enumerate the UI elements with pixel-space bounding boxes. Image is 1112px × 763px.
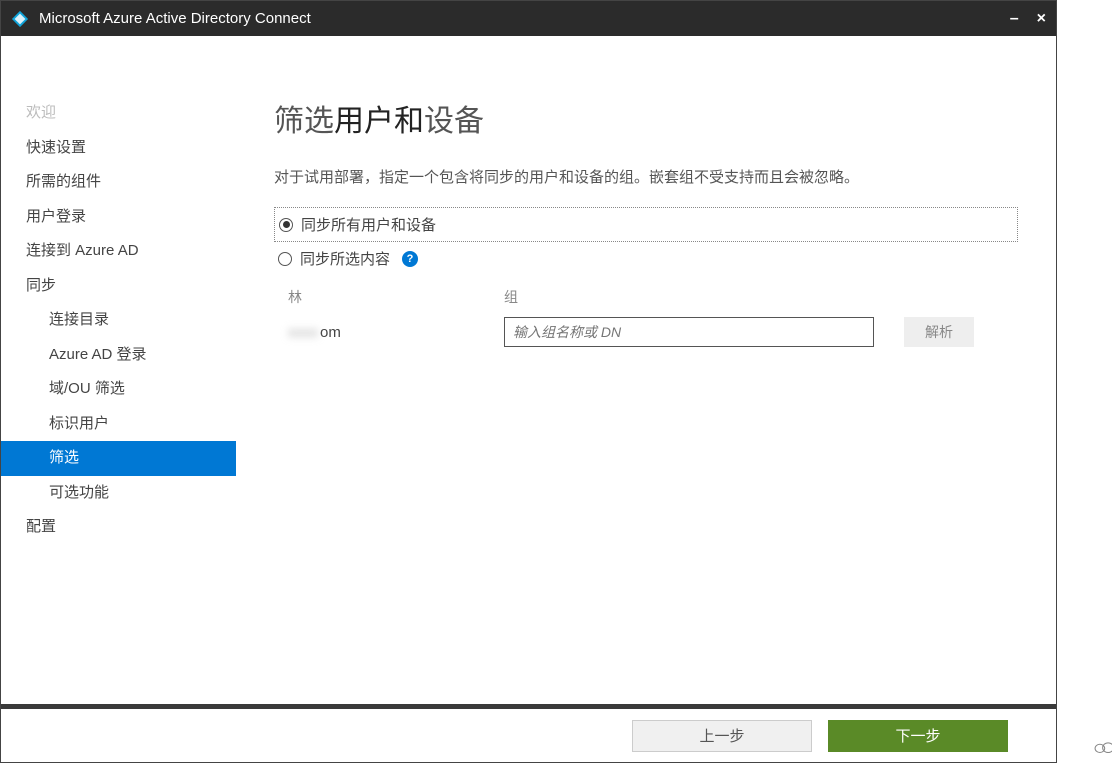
app-icon: [11, 10, 29, 28]
next-button[interactable]: 下一步: [828, 720, 1008, 752]
sync-option-group: 同步所有用户和设备 同步所选内容 ?: [274, 207, 1018, 275]
group-name-input[interactable]: [504, 317, 874, 347]
radio-sync-selected-label: 同步所选内容: [300, 248, 390, 269]
help-icon[interactable]: ?: [402, 251, 418, 267]
page-title: 筛选用户和设备: [274, 96, 1018, 140]
main-panel: 筛选用户和设备 对于试用部署，指定一个包含将同步的用户和设备的组。嵌套组不受支持…: [236, 36, 1056, 704]
radio-sync-selected[interactable]: [278, 252, 292, 266]
cloud-icon: [1093, 740, 1112, 754]
heading-bold: 用户和: [334, 105, 424, 138]
sidebar-item-optional[interactable]: 可选功能: [1, 476, 236, 511]
group-table-header: 林 组: [274, 287, 1018, 307]
minimize-button[interactable]: –: [1010, 10, 1019, 28]
sidebar: 欢迎 快速设置 所需的组件 用户登录 连接到 Azure AD 同步 连接目录 …: [1, 36, 236, 704]
window-title: Microsoft Azure Active Directory Connect: [39, 10, 1010, 27]
title-controls: – ×: [1010, 10, 1046, 28]
watermark: 亿速云: [1093, 736, 1112, 757]
heading-prefix: 筛选: [274, 105, 334, 138]
titlebar: Microsoft Azure Active Directory Connect…: [1, 1, 1056, 36]
radio-row-sync-selected[interactable]: 同步所选内容 ?: [274, 242, 1018, 275]
radio-row-sync-all[interactable]: 同步所有用户和设备: [274, 207, 1018, 242]
sidebar-item-azuread-signin[interactable]: Azure AD 登录: [1, 338, 236, 373]
sidebar-item-welcome: 欢迎: [1, 96, 236, 131]
col-header-forest: 林: [274, 287, 504, 307]
sidebar-item-express[interactable]: 快速设置: [1, 131, 236, 166]
resolve-button[interactable]: 解析: [904, 317, 974, 347]
radio-sync-all[interactable]: [279, 218, 293, 232]
sidebar-item-filter[interactable]: 筛选: [1, 441, 236, 476]
sidebar-item-sync[interactable]: 同步: [1, 269, 236, 304]
col-header-group: 组: [504, 287, 884, 307]
app-window: Microsoft Azure Active Directory Connect…: [0, 0, 1057, 763]
forest-name-suffix: om: [320, 324, 341, 341]
heading-suffix: 设备: [424, 105, 484, 138]
body: 欢迎 快速设置 所需的组件 用户登录 连接到 Azure AD 同步 连接目录 …: [1, 36, 1056, 704]
forest-cell: xxxxom: [274, 324, 504, 341]
close-button[interactable]: ×: [1037, 10, 1046, 28]
sidebar-item-user-signin[interactable]: 用户登录: [1, 200, 236, 235]
previous-button[interactable]: 上一步: [632, 720, 812, 752]
sidebar-item-identify-users[interactable]: 标识用户: [1, 407, 236, 442]
page-subtitle: 对于试用部署，指定一个包含将同步的用户和设备的组。嵌套组不受支持而且会被忽略。: [274, 166, 1018, 187]
table-row: xxxxom 解析: [274, 317, 1018, 347]
sidebar-item-connect-azuread[interactable]: 连接到 Azure AD: [1, 234, 236, 269]
sidebar-item-domain-ou[interactable]: 域/OU 筛选: [1, 372, 236, 407]
radio-sync-all-label: 同步所有用户和设备: [301, 214, 436, 235]
forest-name-blurred: xxxx: [288, 324, 318, 341]
sidebar-item-components[interactable]: 所需的组件: [1, 165, 236, 200]
sidebar-item-configure[interactable]: 配置: [1, 510, 236, 545]
footer: 上一步 下一步: [1, 704, 1056, 762]
sidebar-item-connect-dirs[interactable]: 连接目录: [1, 303, 236, 338]
